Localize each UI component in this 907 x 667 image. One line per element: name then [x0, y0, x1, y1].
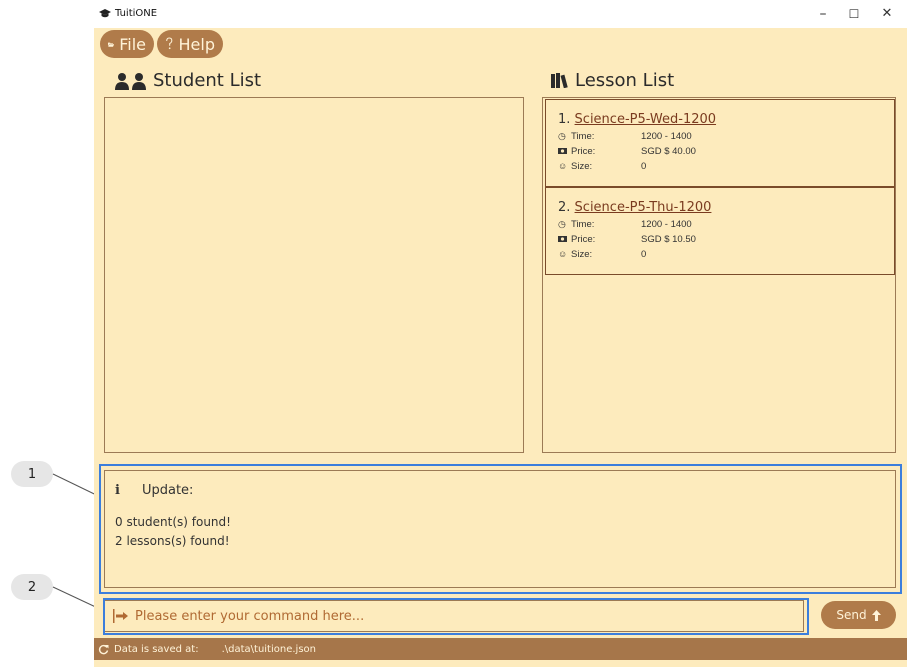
- callout-2-label: 2: [27, 579, 37, 595]
- lesson-size-row: ☺ Size: 0: [558, 160, 894, 172]
- lesson-size-value: 0: [641, 248, 647, 260]
- command-box[interactable]: [104, 600, 804, 632]
- command-input[interactable]: [135, 608, 795, 624]
- file-menu-label: File: [119, 34, 146, 54]
- send-button-label: Send: [836, 608, 867, 622]
- result-line: 2 lessons(s) found!: [115, 534, 230, 548]
- lesson-size-label: Size:: [571, 248, 593, 260]
- lesson-list-panel[interactable]: 1. Science-P5-Wed-1200 ◷ Time: 1200 - 14…: [542, 97, 896, 453]
- save-location-path: .\data\tuitione.json: [221, 643, 316, 655]
- lesson-index: 1.: [558, 112, 571, 127]
- money-icon: [558, 234, 571, 244]
- status-bar: Data is saved at: .\data\tuitione.json: [94, 638, 907, 660]
- result-header: i Update:: [115, 483, 885, 498]
- help-menu-button[interactable]: Help: [157, 30, 223, 58]
- app-window: TuitiONE – ☐ ✕ File Help Student List Le…: [94, 0, 907, 667]
- minimize-button[interactable]: –: [808, 5, 838, 23]
- maximize-button[interactable]: ☐: [839, 5, 869, 23]
- clock-icon: ◷: [558, 130, 566, 141]
- callout-1-label: 1: [27, 466, 37, 482]
- lesson-price-label: Price:: [571, 145, 596, 157]
- sign-in-arrow-icon: [113, 609, 128, 623]
- result-display: i Update: 0 student(s) found! 2 lessons(…: [104, 470, 896, 588]
- folder-open-icon: [108, 42, 115, 47]
- lesson-name: Science-P5-Wed-1200: [574, 112, 717, 127]
- smiley-icon: ☺: [558, 161, 568, 171]
- clock-icon: ◷: [558, 218, 566, 229]
- help-question-icon: [166, 37, 173, 50]
- lesson-time-value: 1200 - 1400: [641, 218, 692, 230]
- result-line: 0 student(s) found!: [115, 515, 231, 529]
- save-location-label: Data is saved at:: [114, 643, 199, 655]
- lesson-time-row: ◷ Time: 1200 - 1400: [558, 130, 894, 142]
- lesson-card[interactable]: 1. Science-P5-Wed-1200 ◷ Time: 1200 - 14…: [545, 99, 895, 187]
- books-icon: [551, 73, 568, 88]
- lesson-name: Science-P5-Thu-1200: [574, 200, 712, 215]
- graduation-cap-icon: [99, 9, 111, 18]
- student-list-panel[interactable]: [104, 97, 524, 453]
- help-menu-label: Help: [178, 34, 215, 54]
- lesson-price-value: SGD $ 40.00: [641, 145, 696, 157]
- sync-icon: [98, 644, 109, 654]
- lesson-card[interactable]: 2. Science-P5-Thu-1200 ◷ Time: 1200 - 14…: [545, 187, 895, 275]
- result-title: Update:: [141, 483, 194, 498]
- info-icon: i: [115, 483, 120, 498]
- lesson-size-value: 0: [641, 160, 647, 172]
- lesson-index: 2.: [558, 200, 571, 215]
- lesson-list-title-text: Lesson List: [575, 70, 675, 91]
- lesson-header: 2. Science-P5-Thu-1200: [558, 200, 894, 215]
- lesson-header: 1. Science-P5-Wed-1200: [558, 112, 894, 127]
- close-button[interactable]: ✕: [872, 5, 902, 23]
- file-menu-button[interactable]: File: [100, 30, 154, 58]
- lesson-price-value: SGD $ 10.50: [641, 233, 696, 245]
- lesson-time-value: 1200 - 1400: [641, 130, 692, 142]
- send-button[interactable]: Send: [821, 601, 896, 629]
- arrow-up-icon: [871, 609, 881, 621]
- lesson-time-label: Time:: [571, 130, 595, 142]
- lesson-price-row: Price: SGD $ 10.50: [558, 233, 894, 245]
- lesson-size-label: Size:: [571, 160, 593, 172]
- lesson-price-label: Price:: [571, 233, 596, 245]
- students-icon: [115, 72, 146, 90]
- callout-1: 1: [11, 461, 53, 487]
- lesson-size-row: ☺ Size: 0: [558, 248, 894, 260]
- student-list-title-text: Student List: [153, 70, 262, 91]
- lesson-time-row: ◷ Time: 1200 - 1400: [558, 218, 894, 230]
- app-title: TuitiONE: [115, 8, 158, 19]
- money-icon: [558, 146, 571, 156]
- lesson-time-label: Time:: [571, 218, 595, 230]
- lesson-list-title: Lesson List: [551, 70, 674, 91]
- callout-2: 2: [11, 574, 53, 600]
- title-bar: TuitiONE – ☐ ✕: [94, 0, 907, 28]
- student-list-title: Student List: [115, 70, 261, 91]
- lesson-price-row: Price: SGD $ 40.00: [558, 145, 894, 157]
- smiley-icon: ☺: [558, 249, 568, 259]
